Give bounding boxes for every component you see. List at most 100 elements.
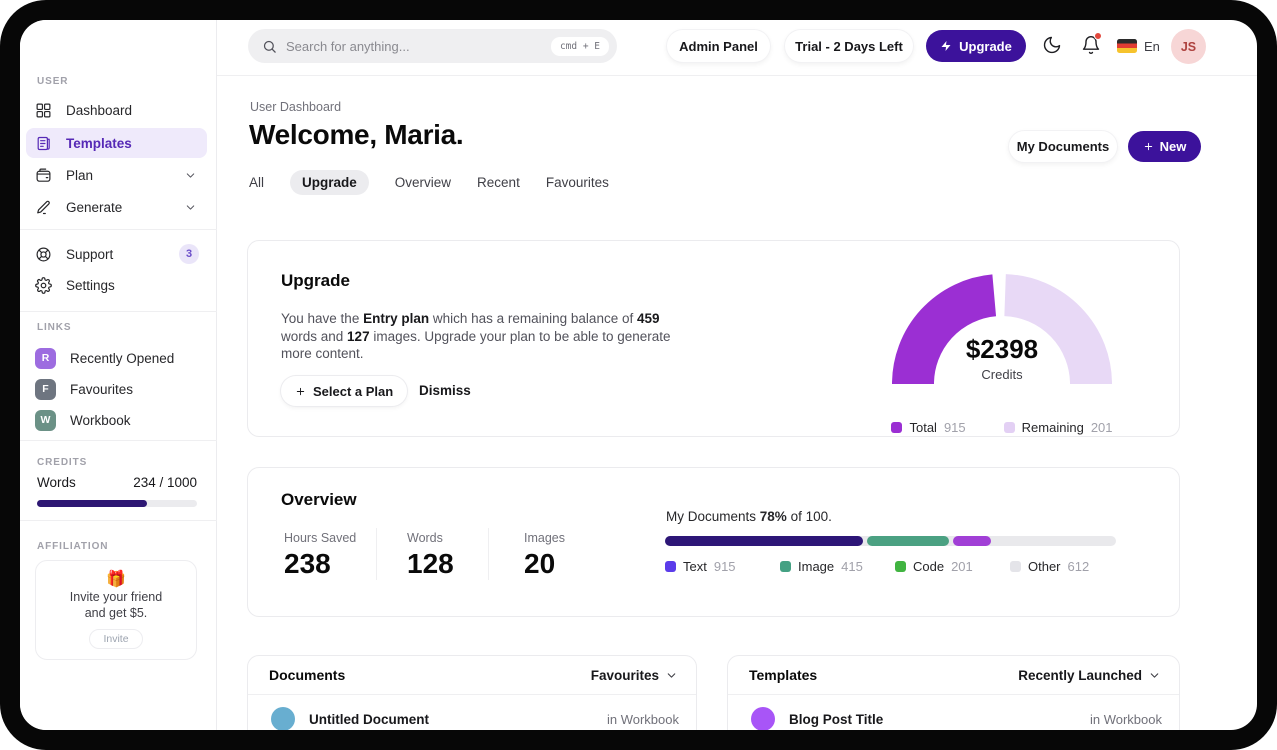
- chevron-down-icon: [186, 204, 195, 210]
- sidebar-item-dashboard[interactable]: Dashboard: [26, 95, 207, 125]
- select-plan-button[interactable]: Select a Plan: [281, 376, 408, 406]
- tab-all[interactable]: All: [249, 170, 264, 195]
- sidebar-item-settings[interactable]: Settings: [26, 270, 207, 300]
- sidebar-item-label: Plan: [66, 167, 94, 183]
- language-selector[interactable]: En: [1144, 39, 1160, 54]
- tab-overview[interactable]: Overview: [395, 170, 451, 195]
- admin-panel-button[interactable]: Admin Panel: [667, 30, 770, 62]
- select-plan-label: Select a Plan: [313, 383, 394, 399]
- stat-label-images: Images: [524, 531, 565, 545]
- legend-swatch: [895, 561, 906, 572]
- upgrade-button-label: Upgrade: [959, 38, 1012, 54]
- new-button[interactable]: New: [1128, 131, 1201, 162]
- upgrade-card-body: You have the Entry plan which has a rema…: [281, 310, 689, 363]
- documents-filter-label: Favourites: [590, 667, 659, 683]
- overview-card-title: Overview: [281, 490, 357, 509]
- documents-filter-dropdown[interactable]: Favourites: [591, 668, 678, 683]
- stat-label-words: Words: [407, 531, 443, 545]
- templates-card: Templates Recently Launched Blog Post Ti…: [727, 655, 1180, 730]
- chevron-down-icon: [667, 672, 676, 678]
- body-text: You have the: [281, 311, 364, 326]
- wallet-icon: [36, 168, 51, 182]
- gauge-amount: $2398: [965, 334, 1039, 364]
- template-row[interactable]: Blog Post Title in Workbook: [728, 695, 1179, 730]
- sidebar-link-favourites[interactable]: F Favourites: [26, 374, 207, 404]
- legend-swatch: [665, 561, 676, 572]
- templates-card-title: Templates: [749, 667, 818, 683]
- legend-item-text: Text 915: [665, 559, 780, 574]
- gear-icon: [35, 276, 52, 294]
- dismiss-button[interactable]: Dismiss: [419, 383, 471, 398]
- link-initial-badge: W: [35, 409, 56, 431]
- legend-swatch: [1003, 422, 1015, 433]
- sidebar-item-support[interactable]: Support 3: [26, 239, 207, 269]
- notifications-button[interactable]: [1081, 32, 1102, 55]
- gauge-caption: Credits: [981, 367, 1023, 382]
- sidebar-item-templates[interactable]: Templates: [26, 128, 207, 158]
- moon-icon: [1043, 36, 1061, 54]
- invite-button[interactable]: Invite: [89, 629, 143, 649]
- sidebar-item-label: Generate: [66, 199, 123, 215]
- templates-card-header: Templates Recently Launched: [728, 656, 1179, 694]
- stat-value-images: 20: [524, 548, 556, 579]
- lightning-bolt-icon: [941, 41, 951, 51]
- legend-item-other: Other 612: [1010, 559, 1125, 574]
- plus-icon: [296, 387, 305, 395]
- templates-filter-dropdown[interactable]: Recently Launched: [1018, 668, 1161, 683]
- progress-percent: 78%: [759, 509, 787, 524]
- body-text: which has a remaining balance of: [429, 311, 637, 326]
- legend-value: 415: [841, 559, 863, 574]
- credits-progress-fill: [37, 500, 147, 507]
- overview-card: Overview Hours Saved 238 Words 128 Image…: [247, 467, 1180, 617]
- credits-progress-bar: [37, 500, 197, 507]
- sidebar-item-generate[interactable]: Generate: [26, 192, 207, 222]
- sidebar-item-label: Dashboard: [66, 102, 133, 118]
- sidebar-item-label: Settings: [66, 277, 115, 293]
- search-input[interactable]: Search for anything... cmd + E: [248, 29, 617, 63]
- app-window: USER Dashboard Templates Plan Generate S…: [20, 20, 1257, 730]
- pencil-icon: [37, 200, 50, 214]
- sidebar-divider: [20, 311, 217, 312]
- tab-recent[interactable]: Recent: [477, 170, 520, 195]
- legend-value: 915: [713, 559, 736, 574]
- document-row[interactable]: Untitled Document in Workbook: [248, 695, 696, 730]
- progress-prefix: My Documents: [666, 509, 760, 524]
- chevron-down-icon: [186, 172, 195, 178]
- affiliation-text-line2: and get $5.: [84, 606, 148, 620]
- plus-icon: [1144, 142, 1152, 151]
- theme-toggle-button[interactable]: [1042, 35, 1062, 55]
- sidebar-link-workbook[interactable]: W Workbook: [26, 405, 207, 435]
- user-avatar[interactable]: JS: [1171, 29, 1206, 64]
- documents-card-title: Documents: [269, 667, 346, 683]
- page-title: Welcome, Maria.: [249, 119, 464, 150]
- german-flag-icon[interactable]: [1117, 39, 1137, 53]
- legend-label: Total: [909, 420, 937, 435]
- sidebar-link-recently-opened[interactable]: R Recently Opened: [26, 343, 207, 373]
- upgrade-button[interactable]: Upgrade: [926, 30, 1026, 62]
- documents-progress-label: My Documents 78% of 100.: [666, 509, 832, 524]
- document-avatar: [271, 707, 295, 730]
- bar-segment-image: [867, 536, 949, 546]
- progress-suffix: of 100.: [786, 509, 832, 524]
- trial-status-button[interactable]: Trial - 2 Days Left: [785, 30, 913, 62]
- grid-icon: [36, 103, 51, 117]
- documents-legend: Text 915 Image 415 Code 201 Other 612: [665, 559, 1125, 574]
- legend-label: Text: [683, 559, 707, 574]
- tab-favourites[interactable]: Favourites: [546, 170, 609, 195]
- credits-metric-label: Words: [37, 475, 76, 490]
- bar-segment-text: [665, 536, 863, 546]
- stat-label-hours-saved: Hours Saved: [284, 531, 357, 545]
- my-documents-button[interactable]: My Documents: [1009, 131, 1117, 162]
- upgrade-card-title: Upgrade: [281, 271, 350, 290]
- legend-item-image: Image 415: [780, 559, 895, 574]
- templates-filter-label: Recently Launched: [1018, 667, 1142, 683]
- search-placeholder: Search for anything...: [286, 38, 410, 54]
- sidebar-item-plan[interactable]: Plan: [26, 160, 207, 190]
- bar-segment-code: [953, 536, 991, 546]
- sidebar-section-links: LINKS: [37, 322, 72, 333]
- sidebar-divider: [20, 440, 217, 441]
- credits-metric-value: 234 / 1000: [133, 475, 197, 490]
- sidebar-item-label: Templates: [66, 135, 132, 151]
- legend-value: 915: [943, 420, 966, 435]
- tab-upgrade[interactable]: Upgrade: [290, 170, 369, 195]
